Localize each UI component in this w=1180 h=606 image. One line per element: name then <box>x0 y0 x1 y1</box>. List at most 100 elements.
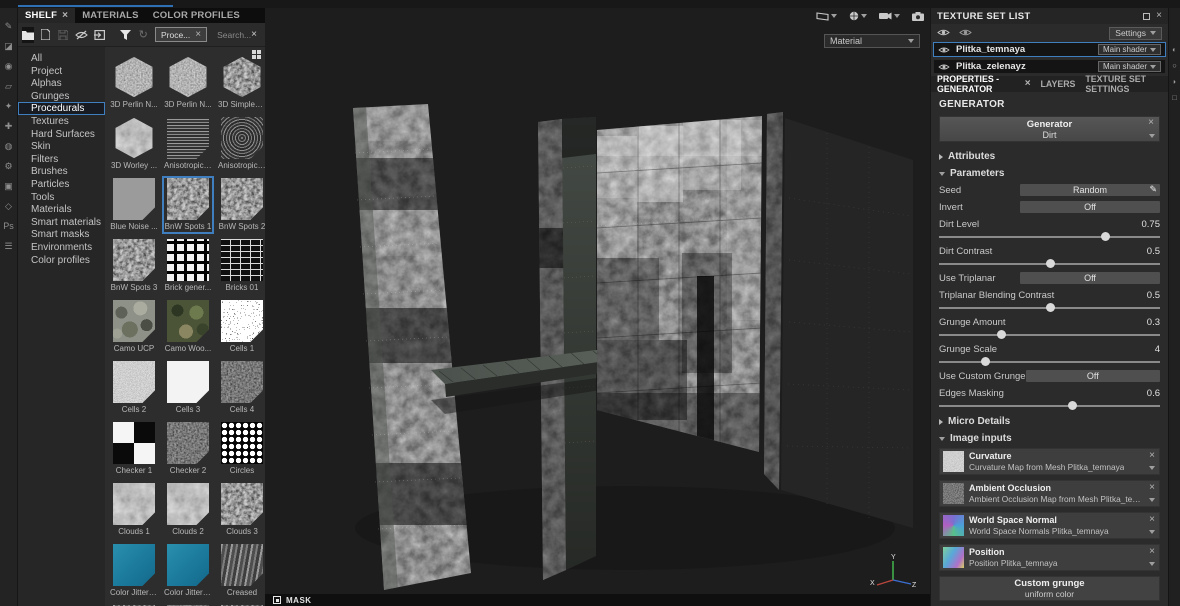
resource-thumbnail[interactable] <box>221 178 263 220</box>
grid-view-icon[interactable] <box>252 50 261 59</box>
custom-grunge-box[interactable]: Custom grunge uniform color <box>939 576 1160 601</box>
image-input-card[interactable]: Curvature Curvature Map from Mesh Plitka… <box>939 448 1160 475</box>
shelf-resource[interactable]: Cells 4 <box>216 359 265 417</box>
solo-eye-icon[interactable] <box>959 24 972 42</box>
resource-thumbnail[interactable] <box>167 117 209 159</box>
resource-thumbnail[interactable] <box>113 422 155 464</box>
shelf-category[interactable]: Grunges <box>18 90 105 103</box>
shelf-resource[interactable]: Bricks 01 <box>216 237 265 295</box>
shelf-category[interactable]: Brushes <box>18 165 105 178</box>
shelf-resource[interactable]: Cells 3 <box>162 359 214 417</box>
resource-thumbnail[interactable] <box>167 544 209 586</box>
shelf-resource[interactable]: Camo Woo... <box>162 298 214 356</box>
shader-dropdown[interactable]: Main shader <box>1097 44 1161 55</box>
resource-thumbnail[interactable] <box>221 300 263 342</box>
resource-thumbnail[interactable] <box>113 544 155 586</box>
eye-off-icon[interactable] <box>75 27 89 43</box>
search-input[interactable]: Search... × <box>213 27 261 42</box>
close-icon[interactable]: × <box>62 10 68 21</box>
generator-resource-box[interactable]: Generator Dirt × <box>939 116 1160 142</box>
settings-icon[interactable]: ⚙ <box>4 162 12 171</box>
eraser-tool-icon[interactable]: ◪ <box>4 42 13 51</box>
shelf-category[interactable]: Smart masks <box>18 228 105 241</box>
parameter-value-button[interactable]: Off <box>1020 272 1160 284</box>
texture-set-row[interactable]: Plitka_zelenayz Main shader <box>933 59 1166 74</box>
group-image-inputs[interactable]: Image inputs <box>939 431 1160 446</box>
shelf-resource[interactable]: Checker 2 <box>162 420 214 478</box>
tab-layers[interactable]: LAYERS <box>1041 79 1076 89</box>
shelf-category[interactable]: Alphas <box>18 77 105 90</box>
remove-input-icon[interactable]: × <box>1149 547 1155 557</box>
polygon-fill-tool-icon[interactable]: ▱ <box>5 82 12 91</box>
shelf-resource[interactable]: Circles <box>216 420 265 478</box>
show-all-eye-icon[interactable] <box>937 24 950 42</box>
resource-thumbnail[interactable] <box>167 422 209 464</box>
resource-thumbnail[interactable] <box>221 422 263 464</box>
sphere-icon[interactable]: ◐ <box>1172 46 1177 54</box>
parameter-slider[interactable] <box>939 232 1160 241</box>
shelf-resource[interactable]: Cells 2 <box>108 359 160 417</box>
shelf-resource[interactable]: Anisotropic ... <box>162 115 214 173</box>
shelf-resource[interactable]: Checker 1 <box>108 420 160 478</box>
shelf-resource[interactable]: BnW Spots 3 <box>108 237 160 295</box>
close-icon[interactable]: × <box>1156 11 1162 21</box>
shelf-resource[interactable]: Camo UCP <box>108 298 160 356</box>
circle-icon[interactable]: ○ <box>1172 62 1177 70</box>
resource-thumbnail[interactable] <box>223 56 261 98</box>
shelf-resource[interactable]: Creased <box>216 542 265 600</box>
resource-thumbnail[interactable] <box>167 483 209 525</box>
resource-thumbnail[interactable] <box>115 56 153 98</box>
shelf-category[interactable]: Color profiles <box>18 254 105 267</box>
shelf-resource[interactable]: 3D Simplex ... <box>216 54 265 112</box>
resource-thumbnail[interactable] <box>221 544 263 586</box>
visibility-eye-icon[interactable] <box>938 58 950 76</box>
filter-funnel-icon[interactable] <box>120 27 132 43</box>
material-picker-tool-icon[interactable]: ◍ <box>5 142 13 151</box>
parameter-slider[interactable] <box>939 357 1160 366</box>
parameter-slider[interactable] <box>939 303 1160 312</box>
shelf-category[interactable]: Filters <box>18 153 105 166</box>
group-micro-details[interactable]: Micro Details <box>939 414 1160 429</box>
viewport-3d[interactable]: Material MASK Y X Z <box>265 8 930 606</box>
menu-icon[interactable]: ☰ <box>4 242 12 251</box>
parameter-slider[interactable] <box>939 259 1160 268</box>
shelf-resource[interactable]: Blue Noise ... <box>108 176 160 234</box>
resource-thumbnail[interactable] <box>113 361 155 403</box>
slider-handle[interactable] <box>1100 232 1110 241</box>
camera-mode-icon[interactable] <box>879 12 900 20</box>
tab-materials[interactable]: MATERIALS <box>75 8 146 23</box>
shader-dropdown[interactable]: Main shader <box>1097 61 1161 72</box>
settings-dropdown[interactable]: Settings <box>1109 26 1162 40</box>
mask-checkbox[interactable] <box>273 596 281 604</box>
visibility-eye-icon[interactable] <box>938 41 950 59</box>
swatch-icon[interactable]: ◇ <box>5 202 12 211</box>
resource-thumbnail[interactable] <box>113 300 155 342</box>
resource-thumbnail[interactable] <box>221 483 263 525</box>
tab-properties-generator[interactable]: PROPERTIES - GENERATOR × <box>937 74 1031 94</box>
photoshop-badge[interactable]: Ps <box>3 222 14 231</box>
filter-chip[interactable]: Proce... × <box>154 27 208 42</box>
clone-tool-icon[interactable]: ✚ <box>5 122 13 131</box>
slider-handle[interactable] <box>996 330 1006 339</box>
resource-thumbnail[interactable] <box>113 239 155 281</box>
shelf-category[interactable]: Procedurals <box>18 102 105 115</box>
shelf-resource[interactable]: Cells 1 <box>216 298 265 356</box>
resource-thumbnail[interactable] <box>167 361 209 403</box>
shelf-category[interactable]: Tools <box>18 191 105 204</box>
resource-thumbnail[interactable] <box>169 56 207 98</box>
save-icon[interactable] <box>58 27 70 43</box>
slider-track[interactable] <box>939 361 1160 363</box>
group-parameters[interactable]: Parameters <box>939 166 1160 181</box>
parameter-value-button[interactable]: Off <box>1025 370 1160 382</box>
parameter-value-button[interactable]: Off <box>1020 201 1160 213</box>
remove-input-icon[interactable]: × <box>1149 515 1155 525</box>
undock-icon[interactable] <box>1143 12 1151 20</box>
group-attributes[interactable]: Attributes <box>939 149 1160 164</box>
shelf-category[interactable]: Materials <box>18 203 105 216</box>
shelf-resource[interactable]: Color Jitter (... <box>108 542 160 600</box>
shelf-category[interactable]: All <box>18 52 105 65</box>
image-input-card[interactable]: Ambient Occlusion Ambient Occlusion Map … <box>939 480 1160 507</box>
rotate-icon[interactable]: ◗ <box>1172 78 1177 86</box>
material-mode-icon[interactable] <box>849 11 867 21</box>
shelf-resource[interactable]: Brick gener... <box>162 237 214 295</box>
